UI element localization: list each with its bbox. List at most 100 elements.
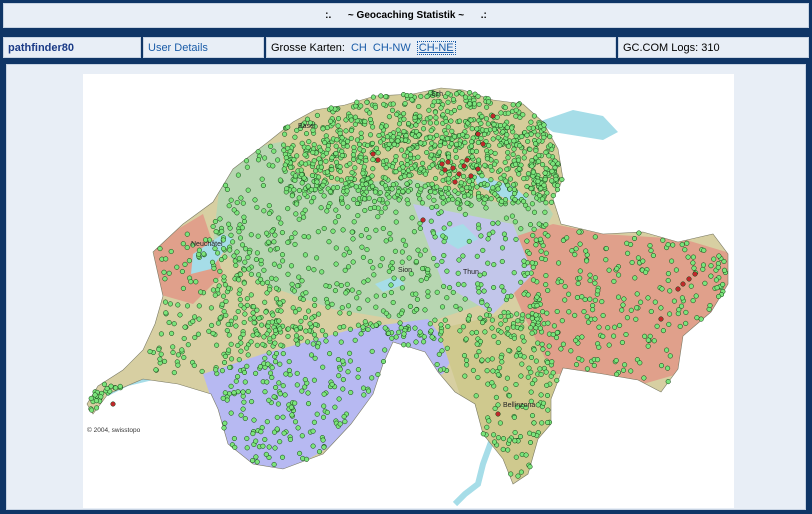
cache-marker bbox=[484, 156, 490, 162]
cache-marker bbox=[188, 279, 194, 285]
cache-marker bbox=[659, 286, 665, 292]
cache-marker bbox=[480, 247, 486, 253]
cache-marker bbox=[564, 235, 570, 241]
cache-marker bbox=[324, 409, 330, 415]
cache-marker bbox=[352, 337, 358, 343]
cache-marker bbox=[517, 143, 523, 149]
cache-marker bbox=[305, 145, 311, 151]
cache-marker bbox=[242, 379, 248, 385]
cache-marker bbox=[383, 94, 389, 100]
cache-marker bbox=[515, 473, 521, 479]
cache-marker bbox=[334, 176, 340, 182]
cache-marker bbox=[476, 194, 482, 200]
cache-marker bbox=[294, 382, 300, 388]
cache-marker bbox=[389, 335, 395, 341]
cache-marker bbox=[503, 386, 509, 392]
cache-marker bbox=[334, 281, 340, 287]
cache-marker bbox=[320, 182, 326, 188]
cache-marker bbox=[516, 171, 522, 177]
cache-marker bbox=[175, 352, 181, 358]
cache-marker bbox=[525, 171, 531, 177]
cache-marker bbox=[409, 215, 415, 221]
cache-marker bbox=[355, 374, 361, 380]
cache-marker bbox=[349, 287, 355, 293]
cache-marker bbox=[527, 464, 533, 470]
cache-marker bbox=[274, 414, 280, 420]
cache-marker bbox=[434, 289, 440, 295]
cache-marker bbox=[592, 234, 598, 240]
cache-marker bbox=[573, 246, 579, 252]
cache-marker bbox=[171, 321, 177, 327]
cache-marker-special bbox=[370, 151, 376, 157]
cache-marker bbox=[445, 124, 451, 130]
cache-marker bbox=[244, 445, 250, 451]
cache-marker bbox=[459, 159, 465, 165]
cache-marker bbox=[526, 250, 532, 257]
cache-marker bbox=[403, 242, 409, 248]
cache-marker bbox=[615, 294, 622, 300]
cache-marker bbox=[592, 280, 598, 286]
cache-marker bbox=[679, 242, 685, 248]
cache-marker bbox=[195, 331, 201, 337]
cache-marker-special bbox=[442, 167, 448, 173]
map-link-ch[interactable]: CH bbox=[351, 42, 367, 54]
cache-marker bbox=[292, 241, 298, 247]
cache-marker bbox=[244, 435, 250, 442]
cache-marker bbox=[371, 204, 378, 210]
cache-marker bbox=[595, 357, 601, 363]
cache-marker bbox=[476, 225, 482, 231]
cache-marker bbox=[536, 158, 542, 164]
cache-marker bbox=[485, 357, 491, 363]
cache-marker bbox=[502, 236, 509, 242]
cache-marker bbox=[631, 235, 638, 242]
cache-marker bbox=[522, 149, 528, 155]
cache-marker bbox=[543, 250, 549, 256]
cache-marker bbox=[356, 306, 362, 312]
cache-marker bbox=[364, 247, 370, 253]
cache-marker bbox=[184, 244, 190, 251]
cache-marker bbox=[486, 143, 492, 149]
cache-marker bbox=[499, 245, 506, 251]
cache-marker bbox=[577, 241, 583, 247]
cache-marker bbox=[371, 198, 378, 204]
cache-marker bbox=[476, 101, 482, 107]
cache-marker bbox=[517, 434, 524, 440]
cache-marker bbox=[596, 344, 602, 350]
map-link-ch-nw[interactable]: CH-NW bbox=[373, 42, 411, 54]
user-details-link[interactable]: User Details bbox=[148, 42, 208, 54]
cache-marker bbox=[507, 186, 513, 192]
cache-marker bbox=[404, 162, 410, 168]
cache-marker bbox=[302, 315, 309, 321]
cache-marker bbox=[314, 255, 320, 261]
cache-marker bbox=[327, 189, 333, 195]
cache-marker bbox=[600, 312, 606, 319]
cache-marker bbox=[253, 438, 259, 444]
cache-marker bbox=[577, 275, 583, 281]
cache-marker bbox=[269, 275, 275, 281]
cache-marker bbox=[321, 391, 327, 397]
cache-marker bbox=[422, 247, 428, 253]
cache-marker bbox=[373, 322, 379, 328]
cache-marker bbox=[398, 310, 405, 316]
cache-marker bbox=[422, 171, 429, 177]
cache-marker bbox=[667, 353, 673, 359]
cache-marker bbox=[521, 338, 527, 344]
cache-marker bbox=[244, 164, 250, 170]
cache-marker bbox=[209, 322, 215, 328]
page-title: :. ~ Geocaching Statistik ~ .: bbox=[325, 10, 487, 21]
cache-marker bbox=[590, 307, 596, 313]
cache-marker bbox=[157, 356, 163, 362]
cache-marker bbox=[505, 149, 511, 156]
cache-marker bbox=[213, 367, 219, 373]
cache-marker-special bbox=[456, 171, 462, 177]
map-link-ch-ne[interactable]: CH-NE bbox=[416, 40, 456, 55]
cache-marker bbox=[147, 349, 153, 355]
cache-marker bbox=[442, 317, 448, 323]
cache-marker bbox=[530, 169, 536, 175]
cache-marker bbox=[299, 388, 305, 394]
cache-marker bbox=[234, 249, 240, 255]
cache-marker bbox=[440, 112, 446, 118]
cache-marker bbox=[544, 310, 550, 316]
cache-marker bbox=[405, 201, 411, 207]
cache-marker bbox=[262, 436, 268, 443]
